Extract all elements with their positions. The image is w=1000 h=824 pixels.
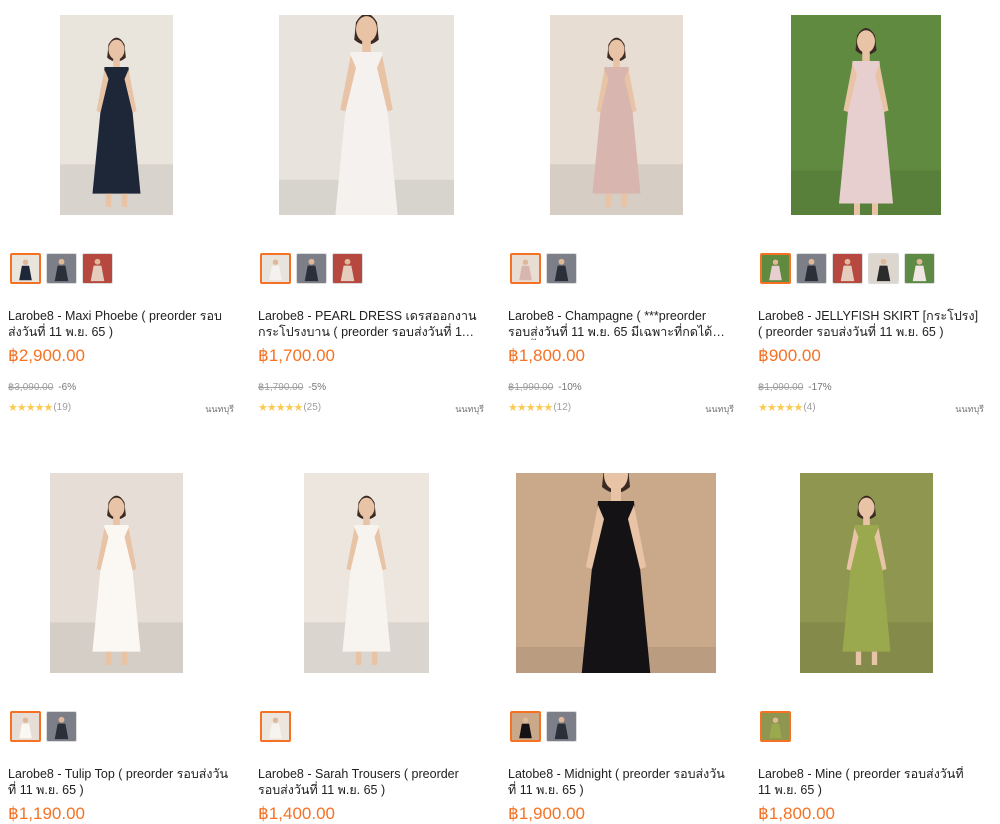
- product-price: ฿1,400.00: [258, 804, 335, 823]
- rating: ★★★★★ (25): [258, 401, 321, 414]
- product-image[interactable]: [800, 473, 933, 673]
- color-option-thumbnail[interactable]: [868, 253, 899, 284]
- product-image-area[interactable]: [258, 15, 490, 215]
- original-price: ฿1,090.00: [758, 382, 804, 393]
- original-price-row: ฿1,090.00 -17%: [758, 382, 832, 393]
- product-image-area[interactable]: [758, 473, 990, 673]
- color-option-thumbnail[interactable]: [10, 711, 41, 742]
- product-title[interactable]: Larobe8 - Sarah Trousers ( preorder รอบส…: [258, 766, 480, 798]
- discount-badge: -17%: [808, 382, 832, 393]
- product-image[interactable]: [50, 473, 183, 673]
- product-image[interactable]: [279, 15, 454, 215]
- original-price: ฿1,790.00: [258, 382, 304, 393]
- color-option-thumbnail[interactable]: [510, 711, 541, 742]
- color-thumbnails: [510, 253, 577, 285]
- color-option-thumbnail[interactable]: [46, 711, 77, 742]
- original-price: ฿1,990.00: [508, 382, 554, 393]
- review-count: (25): [303, 402, 322, 413]
- product-price: ฿900.00: [758, 346, 821, 365]
- rating: ★★★★★ (19): [8, 401, 71, 414]
- rating: ★★★★★ (12): [508, 401, 571, 414]
- product-image-area[interactable]: [8, 473, 240, 673]
- product-title[interactable]: Larobe8 - JELLYFISH SKIRT [กระโปรง] ( pr…: [758, 308, 980, 340]
- product-image[interactable]: [791, 15, 941, 215]
- seller-location: นนทบุรี: [205, 404, 234, 414]
- product-title[interactable]: Latobe8 - Midnight ( preorder รอบส่งวันท…: [508, 766, 730, 798]
- product-price: ฿1,900.00: [508, 804, 585, 823]
- product-title[interactable]: Larobe8 - Tulip Top ( preorder รอบส่งวัน…: [8, 766, 230, 798]
- color-option-thumbnail[interactable]: [10, 253, 41, 284]
- product-title[interactable]: Larobe8 - Champagne ( ***preorder รอบส่ง…: [508, 308, 730, 340]
- product-image[interactable]: [60, 15, 173, 215]
- original-price: ฿3,090.00: [8, 382, 54, 393]
- color-option-thumbnail[interactable]: [260, 711, 291, 742]
- color-thumbnails: [10, 711, 77, 743]
- product-title[interactable]: Larobe8 - Maxi Phoebe ( preorder รอบส่งว…: [8, 308, 230, 340]
- color-option-thumbnail[interactable]: [260, 253, 291, 284]
- color-option-thumbnail[interactable]: [546, 253, 577, 284]
- product-price: ฿1,800.00: [758, 804, 835, 823]
- product-grid: Larobe8 - Maxi Phoebe ( preorder รอบส่งว…: [0, 0, 1000, 823]
- color-option-thumbnail[interactable]: [510, 253, 541, 284]
- product-image-area[interactable]: [8, 15, 240, 215]
- color-option-thumbnail[interactable]: [332, 253, 363, 284]
- product-image-area[interactable]: [508, 473, 740, 673]
- rating: ★★★★★ (4): [758, 401, 816, 414]
- product-title[interactable]: Larobe8 - PEARL DRESS เดรสออกงาน กระโปรง…: [258, 308, 480, 340]
- discount-badge: -10%: [558, 382, 582, 393]
- color-thumbnails: [760, 253, 935, 285]
- color-thumbnails: [760, 711, 791, 743]
- discount-badge: -5%: [308, 382, 327, 393]
- rating-stars-icon: ★★★★★: [508, 402, 553, 414]
- color-option-thumbnail[interactable]: [546, 711, 577, 742]
- original-price-row: ฿3,090.00 -6%: [8, 382, 76, 393]
- rating-stars-icon: ★★★★★: [258, 402, 303, 414]
- product-title[interactable]: Larobe8 - Mine ( preorder รอบส่งวันที่ 1…: [758, 766, 980, 798]
- color-thumbnails: [10, 253, 113, 285]
- color-option-thumbnail[interactable]: [46, 253, 77, 284]
- color-thumbnails: [510, 711, 577, 743]
- review-count: (19): [53, 402, 72, 413]
- color-option-thumbnail[interactable]: [296, 253, 327, 284]
- product-price: ฿1,700.00: [258, 346, 335, 365]
- original-price-row: ฿1,990.00 -10%: [508, 382, 582, 393]
- color-option-thumbnail[interactable]: [832, 253, 863, 284]
- color-option-thumbnail[interactable]: [82, 253, 113, 284]
- seller-location: นนทบุรี: [705, 404, 734, 414]
- seller-location: นนทบุรี: [955, 404, 984, 414]
- color-option-thumbnail[interactable]: [904, 253, 935, 284]
- review-count: (4): [803, 402, 816, 413]
- color-option-thumbnail[interactable]: [796, 253, 827, 284]
- product-image[interactable]: [304, 473, 429, 673]
- color-option-thumbnail[interactable]: [760, 711, 791, 742]
- product-price: ฿2,900.00: [8, 346, 85, 365]
- seller-location: นนทบุรี: [455, 404, 484, 414]
- color-option-thumbnail[interactable]: [760, 253, 791, 284]
- product-image-area[interactable]: [258, 473, 490, 673]
- product-image[interactable]: [550, 15, 683, 215]
- product-image-area[interactable]: [508, 15, 740, 215]
- product-image-area[interactable]: [758, 15, 990, 215]
- rating-stars-icon: ★★★★★: [8, 402, 53, 414]
- product-price: ฿1,800.00: [508, 346, 585, 365]
- review-count: (12): [553, 402, 572, 413]
- discount-badge: -6%: [58, 382, 77, 393]
- product-image[interactable]: [516, 473, 716, 673]
- product-price: ฿1,190.00: [8, 804, 85, 823]
- color-thumbnails: [260, 711, 291, 743]
- rating-stars-icon: ★★★★★: [758, 402, 803, 414]
- original-price-row: ฿1,790.00 -5%: [258, 382, 326, 393]
- color-thumbnails: [260, 253, 363, 285]
